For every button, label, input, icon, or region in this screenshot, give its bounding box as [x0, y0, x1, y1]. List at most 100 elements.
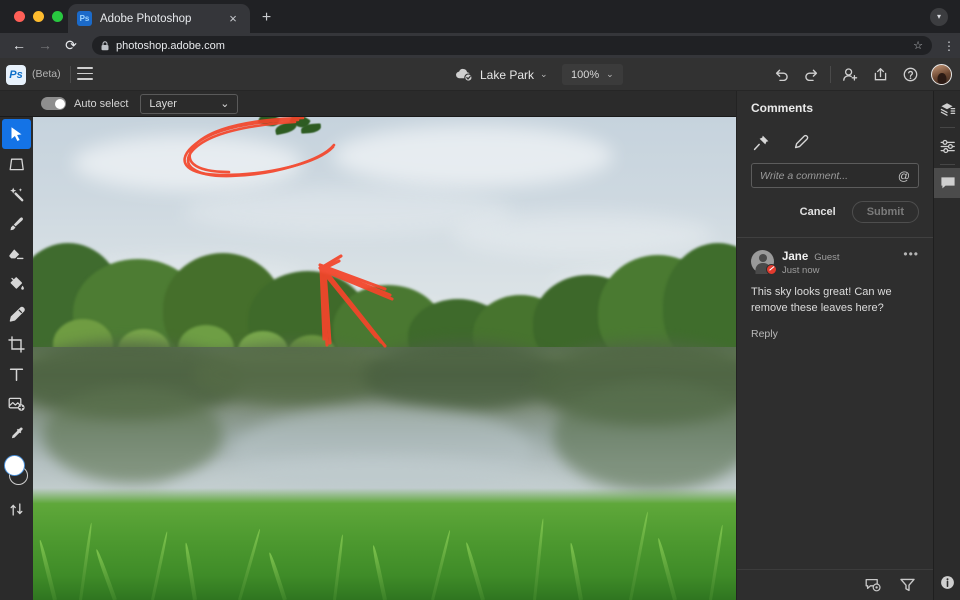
composer-actions: Cancel Submit — [737, 188, 933, 223]
help-icon[interactable] — [895, 58, 925, 91]
cancel-button[interactable]: Cancel — [790, 201, 846, 223]
app-window: Ps Adobe Photoshop × + ▾ ← → ⟳ photoshop… — [0, 0, 960, 600]
chevron-down-icon: ⌄ — [606, 69, 614, 80]
browser-menu-icon[interactable]: ⋮ — [938, 41, 960, 51]
comment-author-role: Guest — [814, 252, 839, 263]
browser-tab[interactable]: Ps Adobe Photoshop × — [68, 4, 250, 33]
back-arrow-icon[interactable]: ← — [6, 33, 32, 58]
comments-panel: Comments Write a comment... @ Cancel Sub… — [736, 91, 933, 600]
info-circle-icon[interactable] — [934, 567, 960, 597]
comment-header: Jane Guest Just now ••• — [751, 250, 919, 276]
color-swatches[interactable] — [2, 452, 31, 492]
photoshop-favicon: Ps — [77, 11, 92, 26]
header-actions — [766, 58, 952, 91]
divider — [940, 127, 955, 128]
quick-select-tool[interactable] — [2, 179, 31, 209]
document-title: Lake Park — [480, 68, 534, 82]
add-user-icon[interactable] — [835, 58, 865, 91]
reload-icon[interactable]: ⟳ — [58, 33, 84, 58]
adjust-tool[interactable] — [2, 494, 31, 524]
panel-rail — [933, 91, 960, 600]
marker-annotation-badge — [766, 264, 777, 275]
foreground-grass — [33, 488, 736, 600]
crop-tool[interactable] — [2, 329, 31, 359]
chevron-down-icon: ⌄ — [540, 69, 548, 80]
comment-reply-button[interactable]: Reply — [751, 328, 919, 340]
auto-select-scope-value: Layer — [149, 98, 177, 110]
paint-bucket-tool[interactable] — [2, 269, 31, 299]
bookmark-star-icon[interactable]: ☆ — [913, 39, 923, 52]
place-image-tool[interactable] — [2, 389, 31, 419]
avatar — [751, 250, 774, 273]
auto-select-label: Auto select — [74, 98, 128, 110]
photoshop-header: Ps (Beta) Lake Park ⌄ 100% ⌄ — [0, 58, 960, 91]
browser-toolbar: ← → ⟳ photoshop.adobe.com ☆ ⋮ — [0, 33, 960, 58]
document-image — [33, 117, 736, 600]
comments-panel-footer — [737, 569, 934, 600]
address-bar[interactable]: photoshop.adobe.com ☆ — [92, 36, 932, 55]
beta-label: (Beta) — [32, 68, 61, 80]
chevron-down-icon: ⌄ — [220, 97, 229, 110]
auto-select-toggle[interactable] — [41, 97, 66, 110]
auto-select-group[interactable]: Auto select — [41, 97, 128, 110]
window-close-button[interactable] — [14, 11, 25, 22]
leaf-cluster — [255, 117, 325, 141]
browser-tab-bar: Ps Adobe Photoshop × + ▾ — [0, 0, 960, 33]
window-traffic-lights — [14, 11, 63, 22]
undo-icon[interactable] — [766, 58, 796, 91]
tab-search-chevron-down-icon[interactable]: ▾ — [930, 8, 948, 26]
mention-icon[interactable]: @ — [898, 169, 910, 183]
eraser-tool[interactable] — [2, 239, 31, 269]
comment-item: Jane Guest Just now ••• This sky looks g… — [737, 238, 933, 340]
zoom-level: 100% — [571, 69, 599, 81]
comment-body: This sky looks great! Can we remove thes… — [751, 285, 919, 317]
submit-button[interactable]: Submit — [852, 201, 919, 223]
marker-comment-tool[interactable] — [791, 132, 811, 152]
comment-tools — [737, 125, 933, 159]
brush-tool[interactable] — [2, 209, 31, 239]
header-divider — [70, 66, 71, 83]
browser-tab-title: Adobe Photoshop — [100, 13, 217, 25]
move-tool[interactable] — [2, 119, 31, 149]
zoom-control[interactable]: 100% ⌄ — [562, 64, 623, 85]
comments-panel-title: Comments — [737, 91, 933, 125]
healing-brush-tool[interactable] — [2, 299, 31, 329]
filter-funnel-icon[interactable] — [898, 576, 916, 594]
adjustments-panel-icon[interactable] — [934, 131, 960, 161]
photoshop-logo: Ps — [6, 65, 26, 85]
cloud-saved-icon — [455, 68, 474, 82]
header-divider — [830, 66, 831, 83]
hamburger-icon[interactable] — [77, 67, 93, 82]
comment-visibility-icon[interactable] — [864, 576, 882, 594]
transform-tool[interactable] — [2, 149, 31, 179]
layers-panel-icon[interactable] — [934, 94, 960, 124]
tool-rail — [0, 117, 33, 600]
comment-input[interactable]: Write a comment... @ — [751, 163, 919, 188]
document-title-group[interactable]: Lake Park ⌄ — [455, 58, 548, 91]
pin-comment-tool[interactable] — [751, 132, 771, 152]
close-icon[interactable]: × — [225, 11, 241, 27]
comment-meta: Jane Guest Just now — [782, 250, 895, 276]
share-icon[interactable] — [865, 58, 895, 91]
address-bar-url: photoshop.adobe.com — [116, 40, 906, 52]
new-tab-icon[interactable]: + — [257, 9, 276, 28]
comment-input-placeholder: Write a comment... — [760, 170, 892, 182]
type-tool[interactable] — [2, 359, 31, 389]
lock-icon — [101, 41, 109, 51]
comment-composer: Write a comment... @ — [737, 159, 933, 188]
comment-timestamp: Just now — [782, 265, 895, 276]
photoshop-app: Ps (Beta) Lake Park ⌄ 100% ⌄ — [0, 58, 960, 600]
auto-select-scope-dropdown[interactable]: Layer ⌄ — [140, 94, 238, 114]
eyedropper-tool[interactable] — [2, 419, 31, 449]
avatar[interactable] — [931, 64, 952, 85]
divider — [940, 164, 955, 165]
canvas[interactable] — [33, 117, 736, 600]
comment-more-icon[interactable]: ••• — [903, 250, 919, 258]
forward-arrow-icon[interactable]: → — [32, 33, 58, 58]
panel-rail-bottom — [934, 564, 960, 597]
window-maximize-button[interactable] — [52, 11, 63, 22]
foreground-color-swatch[interactable] — [4, 455, 25, 476]
redo-icon[interactable] — [796, 58, 826, 91]
window-minimize-button[interactable] — [33, 11, 44, 22]
comments-panel-icon[interactable] — [934, 168, 960, 198]
